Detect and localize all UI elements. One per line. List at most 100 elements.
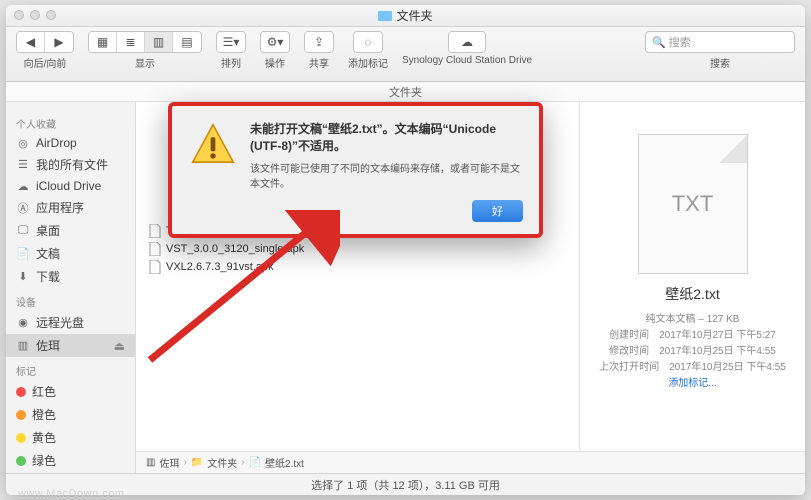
share-button[interactable]: ⇪ bbox=[304, 31, 334, 53]
sidebar-item-docs[interactable]: 📄文稿 bbox=[6, 242, 135, 265]
sidebar-tag-orange[interactable]: 橙色 bbox=[6, 403, 135, 426]
tag-dot-icon bbox=[16, 410, 26, 420]
sidebar-heading-favorites: 个人收藏 bbox=[6, 110, 135, 133]
arrange-icon[interactable]: ☰▾ bbox=[217, 32, 245, 52]
file-icon bbox=[148, 242, 162, 256]
file-row[interactable]: VXL2.6.7.3_91vst.apk bbox=[136, 258, 579, 276]
arrange-button[interactable]: ☰▾ bbox=[216, 31, 246, 53]
crumb[interactable]: 佐珥 bbox=[159, 455, 179, 470]
cloud-icon[interactable]: ☁ bbox=[449, 32, 485, 52]
sidebar-item-apps[interactable]: Ⓐ应用程序 bbox=[6, 196, 135, 219]
window-title: 文件夹 bbox=[396, 7, 432, 24]
sidebar-item-label: 应用程序 bbox=[36, 199, 84, 216]
forward-button[interactable]: ▶ bbox=[45, 32, 73, 52]
sidebar-item-disk[interactable]: ▥ 佐珥 ⏏ bbox=[6, 334, 135, 357]
sidebar-item-label: 佐珥 bbox=[36, 337, 60, 354]
sidebar-item-remote[interactable]: ◉远程光盘 bbox=[6, 311, 135, 334]
window-controls[interactable] bbox=[14, 10, 56, 20]
view-icon-button[interactable]: ▦ bbox=[89, 32, 117, 52]
nav-buttons[interactable]: ◀ ▶ bbox=[16, 31, 74, 53]
add-tag-link[interactable]: 添加标记... bbox=[668, 378, 716, 389]
downloads-icon: ⬇ bbox=[16, 270, 30, 284]
sidebar-item-label: AirDrop bbox=[36, 136, 77, 150]
view-column-button[interactable]: ▥ bbox=[145, 32, 173, 52]
sidebar-item-downloads[interactable]: ⬇ 下载 bbox=[6, 265, 135, 288]
tag-dot-icon bbox=[16, 456, 26, 466]
search-icon: 🔍 bbox=[652, 36, 666, 49]
view-label: 显示 bbox=[135, 55, 155, 70]
share-icon[interactable]: ⇪ bbox=[305, 32, 333, 52]
sidebar-tag-red[interactable]: 红色 bbox=[6, 380, 135, 403]
zoom-icon[interactable] bbox=[46, 10, 56, 20]
opened-label: 上次打开时间 bbox=[599, 362, 659, 373]
breadcrumb[interactable]: ▥佐珥 › 📁文件夹 › 📄壁纸2.txt bbox=[136, 451, 805, 473]
desktop-icon: 🖵 bbox=[16, 224, 30, 238]
sidebar-item-label: 橙色 bbox=[32, 406, 56, 423]
action-button[interactable]: ⚙▾ bbox=[260, 31, 290, 53]
file-row[interactable]: VST_3.0.0_3120_single.apk bbox=[136, 240, 579, 258]
preview-pane: TXT 壁纸2.txt 纯文本文稿 – 127 KB 创建时间 2017年10月… bbox=[580, 102, 805, 451]
view-list-button[interactable]: ≣ bbox=[117, 32, 145, 52]
sidebar-item-label: 远程光盘 bbox=[36, 314, 84, 331]
sidebar-item-label: 黄色 bbox=[32, 429, 56, 446]
created-label: 创建时间 bbox=[609, 330, 649, 341]
crumb[interactable]: 文件夹 bbox=[207, 455, 237, 470]
back-button[interactable]: ◀ bbox=[17, 32, 45, 52]
sidebar: 个人收藏 ◎ AirDrop ☰我的所有文件 ☁iCloud Drive Ⓐ应用程… bbox=[6, 102, 136, 473]
icloud-icon: ☁ bbox=[16, 179, 30, 193]
modified-label: 修改时间 bbox=[609, 346, 649, 357]
cloud-button[interactable]: ☁ bbox=[448, 31, 486, 53]
status-bar: 选择了 1 项（共 12 项），3.11 GB 可用 bbox=[6, 473, 805, 495]
tag-button[interactable]: ◌ bbox=[353, 31, 383, 53]
crumb[interactable]: 壁纸2.txt bbox=[265, 455, 304, 470]
path-header: 文件夹 bbox=[6, 82, 805, 102]
view-cover-button[interactable]: ▤ bbox=[173, 32, 201, 52]
toolbar: ◀ ▶ 向后/向前 ▦ ≣ ▥ ▤ 显示 ☰▾ 排列 ⚙▾ 操作 ⇪ 共享 bbox=[6, 27, 805, 82]
created-value: 2017年10月27日 下午5:27 bbox=[659, 330, 776, 341]
preview-kind: 纯文本文稿 – 127 KB bbox=[599, 312, 786, 328]
nav-label: 向后/向前 bbox=[24, 55, 67, 70]
sidebar-item-icloud[interactable]: ☁iCloud Drive bbox=[6, 176, 135, 196]
thumb-ext: TXT bbox=[672, 191, 714, 217]
preview-filename: 壁纸2.txt bbox=[665, 284, 719, 304]
file-icon bbox=[148, 224, 162, 238]
tag-label: 添加标记 bbox=[348, 55, 388, 70]
sidebar-tag-yellow[interactable]: 黄色 bbox=[6, 426, 135, 449]
disk-icon: ▥ bbox=[16, 339, 30, 353]
opened-value: 2017年10月25日 下午4:55 bbox=[669, 362, 786, 373]
sidebar-item-label: 绿色 bbox=[32, 452, 56, 469]
path-header-text: 文件夹 bbox=[389, 84, 422, 100]
action-label: 操作 bbox=[265, 55, 285, 70]
search-placeholder: 搜索 bbox=[669, 34, 691, 50]
warning-icon bbox=[188, 120, 238, 170]
sidebar-item-desktop[interactable]: 🖵桌面 bbox=[6, 219, 135, 242]
close-icon[interactable] bbox=[14, 10, 24, 20]
arrange-label: 排列 bbox=[221, 55, 241, 70]
tag-dot-icon bbox=[16, 433, 26, 443]
tag-icon[interactable]: ◌ bbox=[354, 32, 382, 52]
ok-button[interactable]: 好 bbox=[472, 200, 523, 222]
gear-icon[interactable]: ⚙▾ bbox=[261, 32, 289, 52]
sidebar-item-label: 红色 bbox=[32, 383, 56, 400]
view-buttons[interactable]: ▦ ≣ ▥ ▤ bbox=[88, 31, 202, 53]
sidebar-item-label: 下载 bbox=[36, 268, 60, 285]
sidebar-item-label: 我的所有文件 bbox=[36, 156, 108, 173]
sidebar-heading-tags: 标记 bbox=[6, 357, 135, 380]
eject-icon[interactable]: ⏏ bbox=[114, 339, 125, 353]
cloud-label: Synology Cloud Station Drive bbox=[402, 55, 532, 66]
sidebar-item-airdrop[interactable]: ◎ AirDrop bbox=[6, 133, 135, 153]
folder-icon: 📁 bbox=[191, 457, 203, 468]
finder-window: 文件夹 ◀ ▶ 向后/向前 ▦ ≣ ▥ ▤ 显示 ☰▾ 排列 ⚙▾ 操作 bbox=[6, 5, 805, 495]
sidebar-heading-devices: 设备 bbox=[6, 288, 135, 311]
watermark: www.MacDown.com bbox=[18, 488, 125, 500]
file-name: VXL2.6.7.3_91vst.apk bbox=[166, 261, 274, 273]
modified-value: 2017年10月25日 下午4:55 bbox=[659, 346, 776, 357]
file-icon bbox=[148, 260, 162, 274]
sidebar-item-allfiles[interactable]: ☰我的所有文件 bbox=[6, 153, 135, 176]
search-input[interactable]: 🔍 搜索 bbox=[645, 31, 795, 53]
dialog-desc: 该文件可能已使用了不同的文本编码来存储，或者可能不是文本文件。 bbox=[250, 160, 523, 190]
minimize-icon[interactable] bbox=[30, 10, 40, 20]
sidebar-tag-green[interactable]: 绿色 bbox=[6, 449, 135, 472]
file-name: VST_3.0.0_3120_single.apk bbox=[166, 243, 304, 255]
airdrop-icon: ◎ bbox=[16, 136, 30, 150]
